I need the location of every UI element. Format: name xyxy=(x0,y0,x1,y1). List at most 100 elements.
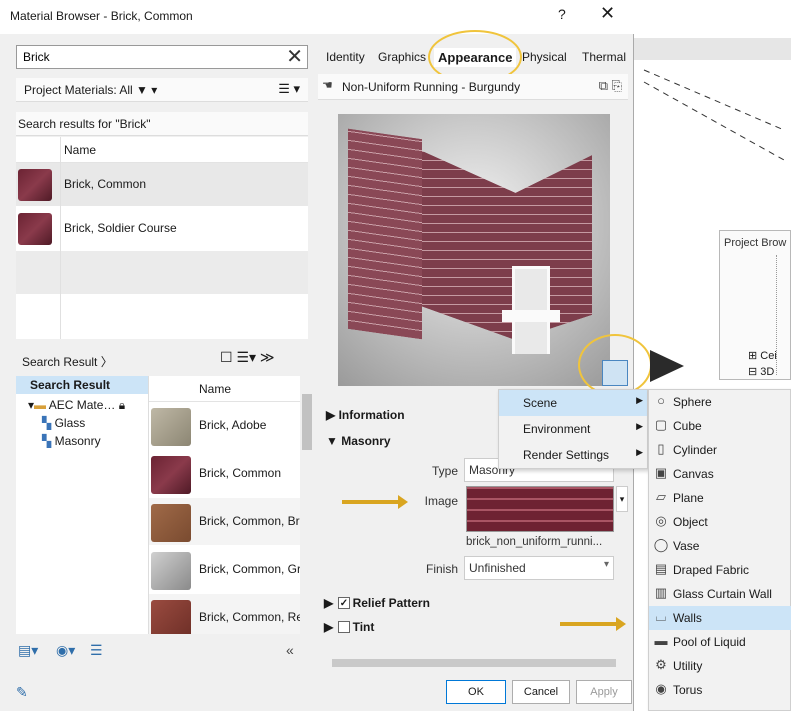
material-thumbnail xyxy=(18,169,52,201)
menu-item-canvas[interactable]: ▣ Canvas xyxy=(649,462,791,486)
plane-icon: ▱ xyxy=(656,489,666,504)
annotation-pointer xyxy=(650,350,684,382)
breadcrumb[interactable]: Search Result 〉 xyxy=(22,353,113,370)
horizontal-scrollbar[interactable] xyxy=(318,656,630,670)
image-swatch[interactable] xyxy=(466,486,614,532)
project-browser-item[interactable]: ⊞ Cei xyxy=(748,349,777,362)
menu-item-render-settings[interactable]: Render Settings ▶ xyxy=(499,442,647,468)
library-bar: Search Result 〉 ☐ ☰▾ ≫ xyxy=(16,344,308,374)
menu-item-sphere[interactable]: ○ Sphere xyxy=(649,390,791,414)
tab-physical[interactable]: Physical xyxy=(522,50,567,64)
library-material-list: Name Brick, Adobe Brick, Common Brick, C… xyxy=(148,376,314,634)
annotation-circle xyxy=(578,334,652,396)
library-footer: ▤▾ ◉▾ ☰ « xyxy=(16,640,308,662)
asset-name: Non-Uniform Running - Burgundy xyxy=(342,80,521,94)
cube-icon: ▢ xyxy=(654,417,668,432)
add-library-icon[interactable]: ▤▾ xyxy=(18,642,38,659)
search-input[interactable] xyxy=(21,47,281,67)
type-label: Type xyxy=(431,464,458,478)
column-divider xyxy=(60,137,61,339)
search-box: ✕ xyxy=(16,45,308,69)
material-thumbnail xyxy=(151,408,191,446)
section-information[interactable]: ▶ Information xyxy=(326,408,405,422)
list-item[interactable]: Brick, Adobe xyxy=(149,402,314,450)
tint-checkbox[interactable] xyxy=(338,621,350,633)
scene-submenu: ○ Sphere ▢ Cube ▯ Cylinder ▣ Canvas ▱ Plane ◎… xyxy=(648,389,791,711)
asset-editor-icon[interactable]: ☰ xyxy=(90,642,103,659)
cylinder-icon: ▯ xyxy=(657,441,665,456)
menu-item-draped-fabric[interactable]: ▤ Draped Fabric xyxy=(649,558,791,582)
menu-item-pool-of-liquid[interactable]: ▬ Pool of Liquid xyxy=(649,630,791,654)
torus-icon: ◉ xyxy=(655,681,667,696)
relief-checkbox[interactable]: ✓ xyxy=(338,597,350,609)
filter-icon: ▼ xyxy=(136,83,148,97)
preview-chair-seat xyxy=(502,310,560,322)
menu-item-object[interactable]: ◎ Object xyxy=(649,510,791,534)
menu-item-cube[interactable]: ▢ Cube xyxy=(649,414,791,438)
menu-item-glass-curtain-wall[interactable]: ▥ Glass Curtain Wall xyxy=(649,582,791,606)
menu-item-utility[interactable]: ⚙ Utility xyxy=(649,654,791,678)
tab-identity[interactable]: Identity xyxy=(326,50,365,64)
list-item[interactable]: Brick, Common xyxy=(149,450,314,498)
asset-name-bar: ☚ Non-Uniform Running - Burgundy ⧉ ⎘ xyxy=(318,74,628,100)
finish-select[interactable]: Unfinished ▾ xyxy=(464,556,614,580)
menu-item-environment[interactable]: Environment ▶ xyxy=(499,416,647,442)
menu-item-plane[interactable]: ▱ Plane xyxy=(649,486,791,510)
title-bar: Material Browser - Brick, Common ? ✕ xyxy=(0,0,634,34)
apply-button[interactable]: Apply xyxy=(576,680,632,704)
project-browser-title: Project Brow xyxy=(724,237,787,249)
asset-hand-icon: ☚ xyxy=(322,78,333,92)
help-button[interactable]: ? xyxy=(558,6,566,22)
material-thumbnail xyxy=(151,504,191,542)
preview-context-menu: Scene ▶ Environment ▶ Render Settings ▶ xyxy=(498,389,648,469)
close-button[interactable]: ✕ xyxy=(600,3,615,24)
menu-item-walls[interactable]: ⌴ Walls xyxy=(649,606,791,630)
project-browser-item[interactable]: ⊟ 3D xyxy=(748,365,774,378)
library-scrollbar[interactable] xyxy=(300,376,314,634)
list-item[interactable]: Brick, Common, Br xyxy=(149,498,314,546)
menu-item-scene[interactable]: Scene ▶ xyxy=(499,390,647,416)
lock-icon: 🔒︎ xyxy=(118,398,126,412)
utility-icon: ⚙ xyxy=(655,657,667,672)
project-materials-filter[interactable]: Project Materials: All ▼ ▾ xyxy=(24,83,157,97)
menu-item-vase[interactable]: ◯ Vase xyxy=(649,534,791,558)
window-title: Material Browser - Brick, Common xyxy=(10,9,193,23)
ok-button[interactable]: OK xyxy=(446,680,506,704)
canvas-icon: ▣ xyxy=(654,465,668,480)
image-dropdown[interactable]: ▾ xyxy=(616,486,628,512)
tree-item-glass[interactable]: ▚ Glass xyxy=(42,416,85,430)
tree-root[interactable]: Search Result xyxy=(16,376,148,394)
sphere-icon: ○ xyxy=(657,393,665,408)
tab-thermal[interactable]: Thermal xyxy=(582,50,626,64)
duplicate-asset-icon[interactable]: ⧉ ⎘ xyxy=(599,78,622,94)
menu-item-torus[interactable]: ◉ Torus xyxy=(649,678,791,702)
section-masonry[interactable]: ▼ Masonry xyxy=(326,434,391,448)
list-item[interactable]: Brick, Common, Re xyxy=(149,594,314,634)
material-thumbnail xyxy=(151,456,191,494)
section-relief-pattern[interactable]: ▶ ✓ Relief Pattern xyxy=(324,596,430,610)
annotation-arrow xyxy=(560,617,626,631)
liquid-icon: ▬ xyxy=(654,633,668,648)
finish-label: Finish xyxy=(425,562,458,576)
walls-icon: ⌴ xyxy=(655,609,667,624)
canvas-toolbar-strip xyxy=(634,38,791,60)
list-item[interactable]: Brick, Common, Gr xyxy=(149,546,314,594)
name-column-header[interactable]: Name xyxy=(149,376,314,402)
annotation-arrow xyxy=(342,495,408,509)
collapse-panel-icon[interactable]: « xyxy=(286,642,294,658)
material-thumbnail xyxy=(151,552,191,590)
library-tools[interactable]: ☐ ☰▾ ≫ xyxy=(220,349,275,366)
view-options-icon[interactable]: ☰ ▾ xyxy=(278,81,300,97)
curtain-wall-icon: ▥ xyxy=(654,585,668,600)
clear-search-icon[interactable]: ✕ xyxy=(286,44,303,69)
menu-item-cylinder[interactable]: ▯ Cylinder xyxy=(649,438,791,462)
image-filename[interactable]: brick_non_uniform_runni... xyxy=(466,536,602,548)
section-tint[interactable]: ▶ Tint xyxy=(324,620,374,634)
tree-folder[interactable]: ▾▬ AEC Mate… 🔒︎ xyxy=(28,398,125,413)
create-material-icon[interactable]: ◉▾ xyxy=(56,642,75,659)
tree-item-masonry[interactable]: ▚ Masonry xyxy=(42,434,101,448)
tab-graphics[interactable]: Graphics xyxy=(378,50,426,64)
fabric-icon: ▤ xyxy=(654,561,668,576)
edit-material-icon[interactable]: ✎ xyxy=(16,684,28,701)
cancel-button[interactable]: Cancel xyxy=(512,680,570,704)
